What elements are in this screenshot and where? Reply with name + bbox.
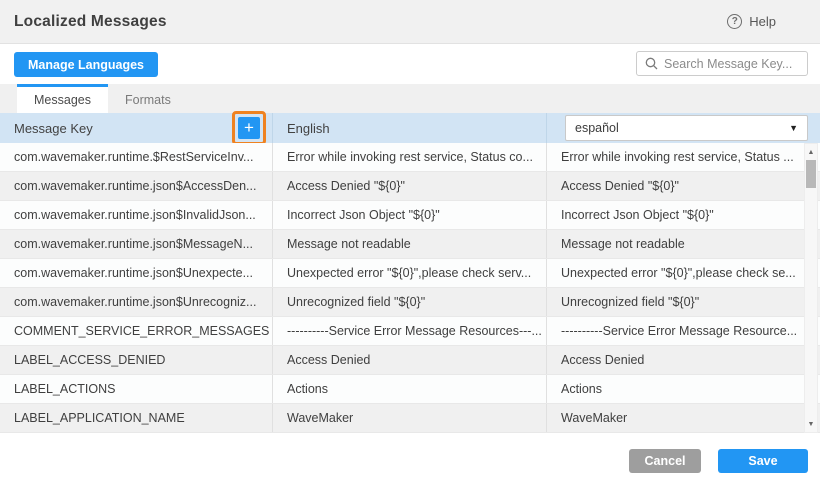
search-icon <box>645 57 658 70</box>
cell-message-key[interactable]: LABEL_APPLICATION_NAME <box>0 404 273 432</box>
cell-translation[interactable]: ----------Service Error Message Resource… <box>547 317 820 345</box>
toolbar: Manage Languages <box>0 44 820 84</box>
add-key-highlight: + <box>232 111 266 145</box>
messages-table: Message Key + English español ▼ com.wave… <box>0 113 820 433</box>
table-row: com.wavemaker.runtime.json$InvalidJson..… <box>0 201 820 230</box>
cell-message-key[interactable]: LABEL_ACCESS_DENIED <box>0 346 273 374</box>
table-row: com.wavemaker.runtime.json$Unexpecte... … <box>0 259 820 288</box>
cell-translation[interactable]: Error while invoking rest service, Statu… <box>547 143 820 171</box>
cell-translation[interactable]: Incorrect Json Object "${0}" <box>547 201 820 229</box>
cell-english[interactable]: WaveMaker <box>273 404 547 432</box>
message-key-header-label: Message Key <box>14 121 93 136</box>
cell-english[interactable]: Unrecognized field "${0}" <box>273 288 547 316</box>
table-body: com.wavemaker.runtime.$RestServiceInv...… <box>0 143 820 433</box>
language-select-value: español <box>575 121 619 135</box>
scroll-down-icon[interactable]: ▼ <box>805 418 817 430</box>
cell-english[interactable]: Error while invoking rest service, Statu… <box>273 143 547 171</box>
cell-translation[interactable]: Actions <box>547 375 820 403</box>
scroll-up-icon[interactable]: ▲ <box>805 146 817 158</box>
table-header: Message Key + English español ▼ <box>0 113 820 143</box>
cell-message-key[interactable]: com.wavemaker.runtime.json$MessageN... <box>0 230 273 258</box>
cell-message-key[interactable]: LABEL_ACTIONS <box>0 375 273 403</box>
cell-english[interactable]: Message not readable <box>273 230 547 258</box>
cell-translation[interactable]: WaveMaker <box>547 404 820 432</box>
cell-message-key[interactable]: com.wavemaker.runtime.$RestServiceInv... <box>0 143 273 171</box>
table-row: LABEL_ACCESS_DENIED Access Denied Access… <box>0 346 820 375</box>
cell-translation[interactable]: Message not readable <box>547 230 820 258</box>
column-header-language: español ▼ <box>547 113 820 143</box>
cell-english[interactable]: Access Denied <box>273 346 547 374</box>
cell-english[interactable]: ----------Service Error Message Resource… <box>273 317 547 345</box>
cell-english[interactable]: Access Denied "${0}" <box>273 172 547 200</box>
column-header-english: English <box>273 113 547 143</box>
english-header-label: English <box>287 121 330 136</box>
table-row: COMMENT_SERVICE_ERROR_MESSAGES ---------… <box>0 317 820 346</box>
search-input[interactable] <box>664 57 799 71</box>
tab-formats[interactable]: Formats <box>108 84 188 113</box>
cell-english[interactable]: Unexpected error "${0}",please check ser… <box>273 259 547 287</box>
table-row: LABEL_ACTIONS Actions Actions <box>0 375 820 404</box>
cell-translation[interactable]: Unexpected error "${0}",please check se.… <box>547 259 820 287</box>
language-select[interactable]: español ▼ <box>565 115 808 141</box>
tab-messages[interactable]: Messages <box>17 84 108 113</box>
cancel-button[interactable]: Cancel <box>629 449 701 473</box>
table-row: com.wavemaker.runtime.json$Unrecogniz...… <box>0 288 820 317</box>
cell-message-key[interactable]: COMMENT_SERVICE_ERROR_MESSAGES <box>0 317 273 345</box>
dialog-footer: Cancel Save <box>0 433 820 490</box>
table-row: com.wavemaker.runtime.json$AccessDen... … <box>0 172 820 201</box>
page-title: Localized Messages <box>14 13 167 31</box>
add-message-key-button[interactable]: + <box>238 117 260 139</box>
table-row: LABEL_APPLICATION_NAME WaveMaker WaveMak… <box>0 404 820 433</box>
cell-english[interactable]: Actions <box>273 375 547 403</box>
cell-message-key[interactable]: com.wavemaker.runtime.json$AccessDen... <box>0 172 273 200</box>
table-scrollbar[interactable]: ▲ ▼ <box>804 143 818 433</box>
table-row: com.wavemaker.runtime.$RestServiceInv...… <box>0 143 820 172</box>
table-row: com.wavemaker.runtime.json$MessageN... M… <box>0 230 820 259</box>
search-box <box>636 51 808 76</box>
column-header-message-key: Message Key + <box>0 113 273 143</box>
tab-bar: Messages Formats <box>0 84 820 113</box>
chevron-down-icon: ▼ <box>789 123 798 133</box>
cell-message-key[interactable]: com.wavemaker.runtime.json$Unrecogniz... <box>0 288 273 316</box>
cell-translation[interactable]: Access Denied "${0}" <box>547 172 820 200</box>
dialog-titlebar: Localized Messages ? Help <box>0 0 820 44</box>
cell-translation[interactable]: Unrecognized field "${0}" <box>547 288 820 316</box>
help-link[interactable]: ? Help <box>727 14 776 29</box>
help-icon: ? <box>727 14 742 29</box>
help-label: Help <box>749 14 776 29</box>
save-button[interactable]: Save <box>718 449 808 473</box>
cell-english[interactable]: Incorrect Json Object "${0}" <box>273 201 547 229</box>
cell-message-key[interactable]: com.wavemaker.runtime.json$Unexpecte... <box>0 259 273 287</box>
cell-message-key[interactable]: com.wavemaker.runtime.json$InvalidJson..… <box>0 201 273 229</box>
manage-languages-button[interactable]: Manage Languages <box>14 52 158 77</box>
scrollbar-thumb[interactable] <box>806 160 816 188</box>
cell-translation[interactable]: Access Denied <box>547 346 820 374</box>
plus-icon: + <box>244 118 254 138</box>
